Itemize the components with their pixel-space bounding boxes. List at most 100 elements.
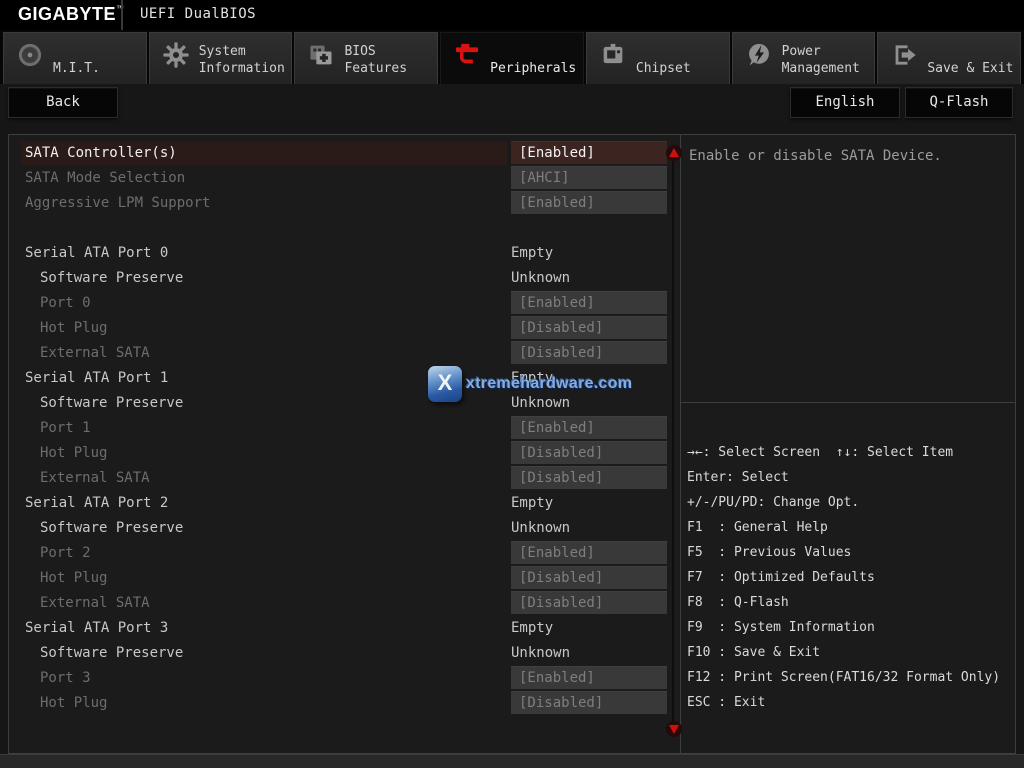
hotkey-line: F1 : General Help (687, 515, 1011, 540)
bios-screen: GIGABYTE™ UEFI DualBIOS M.I.T. System Inf… (0, 0, 1024, 768)
setting-row[interactable]: Serial ATA Port 0Empty (9, 241, 680, 266)
setting-row[interactable]: Hot Plug[Disabled] (9, 316, 680, 341)
setting-row[interactable]: Port 2[Enabled] (9, 541, 680, 566)
language-button[interactable]: English (790, 87, 900, 118)
tab-power-management[interactable]: Power Management (732, 32, 876, 84)
setting-row[interactable]: Hot Plug[Disabled] (9, 441, 680, 466)
setting-row[interactable]: External SATA[Disabled] (9, 341, 680, 366)
scroll-up-arrow[interactable] (666, 145, 682, 161)
scrollbar-track (672, 161, 674, 721)
exit-icon (890, 41, 918, 69)
setting-label: Hot Plug (21, 316, 507, 340)
tab-chipset[interactable]: Chipset (586, 32, 730, 84)
tab-bar: M.I.T. System Information BIOS Features Per… (0, 30, 1024, 84)
tab-label: Power Management (782, 43, 860, 77)
setting-value-box[interactable]: [Disabled] (511, 341, 667, 365)
setting-value-box[interactable]: [Disabled] (511, 316, 667, 340)
setting-value-box[interactable]: [Enabled] (511, 666, 667, 690)
tab-peripherals[interactable]: Peripherals (440, 32, 584, 84)
setting-label: External SATA (21, 591, 507, 615)
setting-value-box[interactable]: [Disabled] (511, 441, 667, 465)
hotkey-line: Enter: Select (687, 465, 1011, 490)
tab-m-i-t[interactable]: M.I.T. (3, 32, 147, 84)
setting-value-box[interactable]: [Enabled] (511, 191, 667, 215)
setting-value: Empty (511, 366, 667, 391)
tab-system-information[interactable]: System Information (149, 32, 293, 84)
tab-bios-features[interactable]: BIOS Features (294, 32, 438, 84)
gear-icon (162, 41, 190, 69)
setting-row[interactable]: Port 1[Enabled] (9, 416, 680, 441)
setting-row[interactable]: External SATA[Disabled] (9, 466, 680, 491)
hotkey-line: ESC : Exit (687, 690, 1011, 715)
setting-label: Software Preserve (21, 641, 507, 665)
settings-list: SATA Controller(s)[Enabled]SATA Mode Sel… (9, 135, 680, 716)
setting-value: Unknown (511, 266, 667, 291)
setting-label: Port 0 (21, 291, 507, 315)
setting-value: Empty (511, 241, 667, 266)
setting-label: Aggressive LPM Support (21, 191, 507, 215)
hotkey-line: +/-/PU/PD: Change Opt. (687, 490, 1011, 515)
setting-row[interactable]: Serial ATA Port 2Empty (9, 491, 680, 516)
app-title: UEFI DualBIOS (140, 6, 256, 22)
tab-label: M.I.T. (53, 60, 100, 77)
setting-value-box[interactable]: [Disabled] (511, 566, 667, 590)
setting-label: External SATA (21, 466, 507, 490)
tab-label: Chipset (636, 60, 691, 77)
setting-row[interactable]: Hot Plug[Disabled] (9, 691, 680, 716)
setting-label: SATA Mode Selection (21, 166, 507, 190)
hotkey-line: F8 : Q-Flash (687, 590, 1011, 615)
setting-value-box[interactable]: [Disabled] (511, 591, 667, 615)
setting-value-box[interactable]: [Disabled] (511, 466, 667, 490)
setting-label: Hot Plug (21, 691, 507, 715)
setting-value-box[interactable]: [Enabled] (511, 541, 667, 565)
mit-icon (16, 41, 44, 69)
setting-row[interactable]: Software PreserveUnknown (9, 266, 680, 291)
setting-row[interactable]: Port 0[Enabled] (9, 291, 680, 316)
tab-label: BIOS Features (344, 43, 407, 77)
setting-row[interactable]: Aggressive LPM Support[Enabled] (9, 191, 680, 216)
setting-label: Port 3 (21, 666, 507, 690)
setting-row[interactable]: Port 3[Enabled] (9, 666, 680, 691)
content-panels: SATA Controller(s)[Enabled]SATA Mode Sel… (8, 134, 1016, 754)
toolbar: Back English Q-Flash (0, 84, 1024, 122)
chipset-icon (599, 41, 627, 69)
top-bar: GIGABYTE™ UEFI DualBIOS (0, 0, 1024, 30)
side-panel: Enable or disable SATA Device. →←: Selec… (681, 135, 1015, 753)
hotkey-line: F12 : Print Screen(FAT16/32 Format Only) (687, 665, 1011, 690)
setting-value-box[interactable]: [AHCI] (511, 166, 667, 190)
tab-save-exit[interactable]: Save & Exit (877, 32, 1021, 84)
gigabyte-logo: GIGABYTE™ (18, 4, 125, 25)
setting-label: Port 1 (21, 416, 507, 440)
back-button[interactable]: Back (8, 87, 118, 118)
setting-label: Software Preserve (21, 266, 507, 290)
setting-label: Serial ATA Port 3 (21, 616, 507, 640)
setting-value-box[interactable]: [Disabled] (511, 691, 667, 715)
setting-row[interactable]: SATA Mode Selection[AHCI] (9, 166, 680, 191)
setting-label: External SATA (21, 341, 507, 365)
setting-row[interactable]: Hot Plug[Disabled] (9, 566, 680, 591)
row-spacer (9, 216, 680, 241)
qflash-button[interactable]: Q-Flash (905, 87, 1013, 118)
setting-value-box[interactable]: [Enabled] (511, 416, 667, 440)
setting-row[interactable]: Software PreserveUnknown (9, 516, 680, 541)
setting-row[interactable]: Serial ATA Port 3Empty (9, 616, 680, 641)
setting-value-box[interactable]: [Enabled] (511, 141, 667, 165)
setting-label: Hot Plug (21, 441, 507, 465)
tab-label: System Information (199, 43, 285, 77)
setting-row[interactable]: SATA Controller(s)[Enabled] (9, 141, 680, 166)
setting-row[interactable]: Serial ATA Port 1Empty (9, 366, 680, 391)
setting-value-box[interactable]: [Enabled] (511, 291, 667, 315)
setting-value: Unknown (511, 516, 667, 541)
footer-strip (0, 754, 1024, 768)
setting-label: Hot Plug (21, 566, 507, 590)
setting-label: Serial ATA Port 2 (21, 491, 507, 515)
setting-value: Unknown (511, 391, 667, 416)
setting-row[interactable]: Software PreserveUnknown (9, 391, 680, 416)
hotkey-line: F7 : Optimized Defaults (687, 565, 1011, 590)
setting-value: Empty (511, 616, 667, 641)
setting-label: Software Preserve (21, 391, 507, 415)
scroll-down-arrow[interactable] (666, 721, 682, 737)
setting-row[interactable]: External SATA[Disabled] (9, 591, 680, 616)
setting-row[interactable]: Software PreserveUnknown (9, 641, 680, 666)
bios-icon (307, 41, 335, 69)
